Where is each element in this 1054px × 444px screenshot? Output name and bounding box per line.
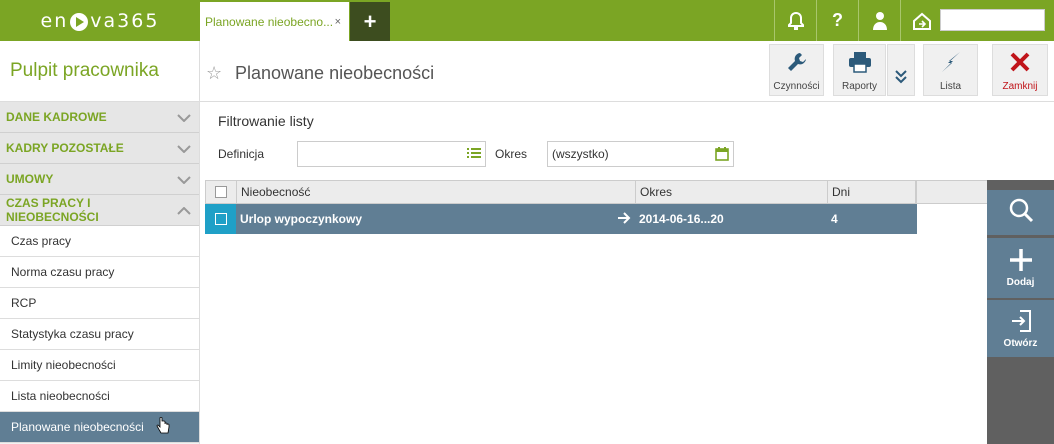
cell-dni: 4 — [831, 212, 838, 226]
chevron-down-icon — [177, 109, 191, 125]
top-bar: en va365 Planowane nieobecno... × + ? — [0, 0, 1054, 41]
table-row[interactable]: Urlop wypoczynkowy 2014-06-16...20 4 — [205, 204, 917, 234]
user-icon[interactable] — [858, 0, 900, 41]
czynnosci-button[interactable]: Czynności — [769, 44, 824, 96]
button-label: Raporty — [841, 81, 877, 92]
page-header: ☆ Planowane nieobecności Czynności Rapor… — [200, 41, 1054, 102]
global-search-input[interactable] — [940, 9, 1045, 31]
sidebar-title: Pulpit pracownika — [0, 41, 199, 102]
hand-cursor-icon — [156, 416, 170, 438]
chevron-down-icon — [177, 171, 191, 187]
button-label: Lista — [939, 81, 962, 92]
lista-button[interactable]: Lista — [923, 44, 978, 96]
tab-label: Planowane nieobecno... — [205, 14, 334, 29]
play-icon — [70, 12, 89, 31]
lightning-icon — [941, 51, 961, 81]
star-icon[interactable]: ☆ — [206, 63, 222, 84]
button-label: Dodaj — [1006, 277, 1035, 288]
chevron-up-icon — [177, 202, 191, 218]
calendar-icon[interactable] — [715, 147, 729, 164]
okres-field[interactable]: (wszystko) — [547, 141, 734, 167]
sidebar-item-limity[interactable]: Limity nieobecności — [0, 350, 199, 381]
sign-in-icon — [1010, 309, 1032, 338]
cell-okres: 2014-06-16...20 — [639, 212, 724, 226]
grid-header: Nieobecność Okres Dni — [205, 180, 917, 204]
button-label: Otwórz — [1003, 337, 1038, 349]
cell-nieobecnosc: Urlop wypoczynkowy — [236, 204, 635, 234]
row-checkbox[interactable] — [205, 204, 236, 234]
otworz-button[interactable]: Otwórz — [987, 300, 1054, 357]
sidebar-group-kadry-pozostale[interactable]: KADRY POZOSTAŁE — [0, 133, 199, 164]
group-label: CZAS PRACY I NIEOBECNOŚCI — [6, 196, 99, 224]
chevron-down-icon — [895, 62, 907, 92]
sidebar-item-statystyka[interactable]: Statystyka czasu pracy — [0, 319, 199, 350]
sidebar-item-planowane[interactable]: Planowane nieobecności — [0, 412, 199, 443]
sidebar-group-dane-kadrowe[interactable]: DANE KADROWE — [0, 102, 199, 133]
sidebar-item-lista-nieobecnosci[interactable]: Lista nieobecności — [0, 381, 199, 412]
home-icon[interactable] — [900, 0, 942, 41]
top-icon-bar: ? — [774, 0, 942, 41]
close-icon — [1009, 51, 1031, 81]
column-header-dni[interactable]: Dni — [828, 181, 916, 203]
definicja-field[interactable] — [297, 141, 486, 167]
grid-header-filler — [917, 180, 987, 204]
raporty-dropdown-button[interactable] — [887, 44, 915, 96]
chevron-down-icon — [177, 140, 191, 156]
sidebar-item-rcp[interactable]: RCP — [0, 288, 199, 319]
close-icon[interactable]: × — [335, 16, 341, 28]
okres-label: Okres — [495, 147, 528, 161]
sidebar-group-umowy[interactable]: UMOWY — [0, 164, 199, 195]
select-all-checkbox[interactable] — [206, 181, 237, 203]
help-icon[interactable]: ? — [816, 0, 858, 41]
dodaj-button[interactable]: Dodaj — [987, 238, 1054, 298]
sidebar-group-czas-pracy[interactable]: CZAS PRACY I NIEOBECNOŚCI — [0, 195, 199, 226]
sidebar-item-czas-pracy[interactable]: Czas pracy — [0, 226, 199, 257]
data-grid: Nieobecność Okres Dni Urlop wypoczynkowy… — [205, 180, 917, 234]
raporty-button[interactable]: Raporty — [833, 44, 886, 96]
sidebar-item-label: Planowane nieobecności — [11, 420, 144, 434]
sidebar-item-norma-czasu-pracy[interactable]: Norma czasu pracy — [0, 257, 199, 288]
button-label: Czynności — [773, 81, 820, 92]
sidebar: Pulpit pracownika DANE KADROWE KADRY POZ… — [0, 41, 200, 444]
column-header-nieobecnosc[interactable]: Nieobecność — [237, 181, 636, 203]
wrench-icon — [786, 51, 808, 81]
action-panel: Dodaj Otwórz — [987, 180, 1054, 444]
list-icon[interactable] — [467, 147, 481, 162]
button-label: Zamknij — [1002, 81, 1038, 92]
page-title: Planowane nieobecności — [235, 63, 435, 83]
printer-icon — [848, 51, 872, 81]
search-icon — [1008, 197, 1034, 228]
search-button[interactable] — [987, 190, 1054, 235]
definicja-label: Definicja — [218, 147, 265, 161]
group-label: DANE KADROWE — [6, 110, 107, 124]
app-logo[interactable]: en va365 — [0, 0, 200, 41]
bell-icon[interactable] — [774, 0, 816, 41]
group-label: UMOWY — [6, 172, 54, 186]
filter-title: Filtrowanie listy — [218, 113, 314, 129]
add-tab-button[interactable]: + — [350, 2, 390, 41]
plus-icon — [1009, 248, 1033, 277]
zamknij-button[interactable]: Zamknij — [992, 44, 1048, 96]
tab-planowane-nieobecnosci[interactable]: Planowane nieobecno... × — [200, 2, 349, 41]
arrow-right-icon[interactable] — [617, 211, 631, 227]
group-label: KADRY POZOSTAŁE — [6, 141, 124, 155]
column-header-okres[interactable]: Okres — [636, 181, 828, 203]
